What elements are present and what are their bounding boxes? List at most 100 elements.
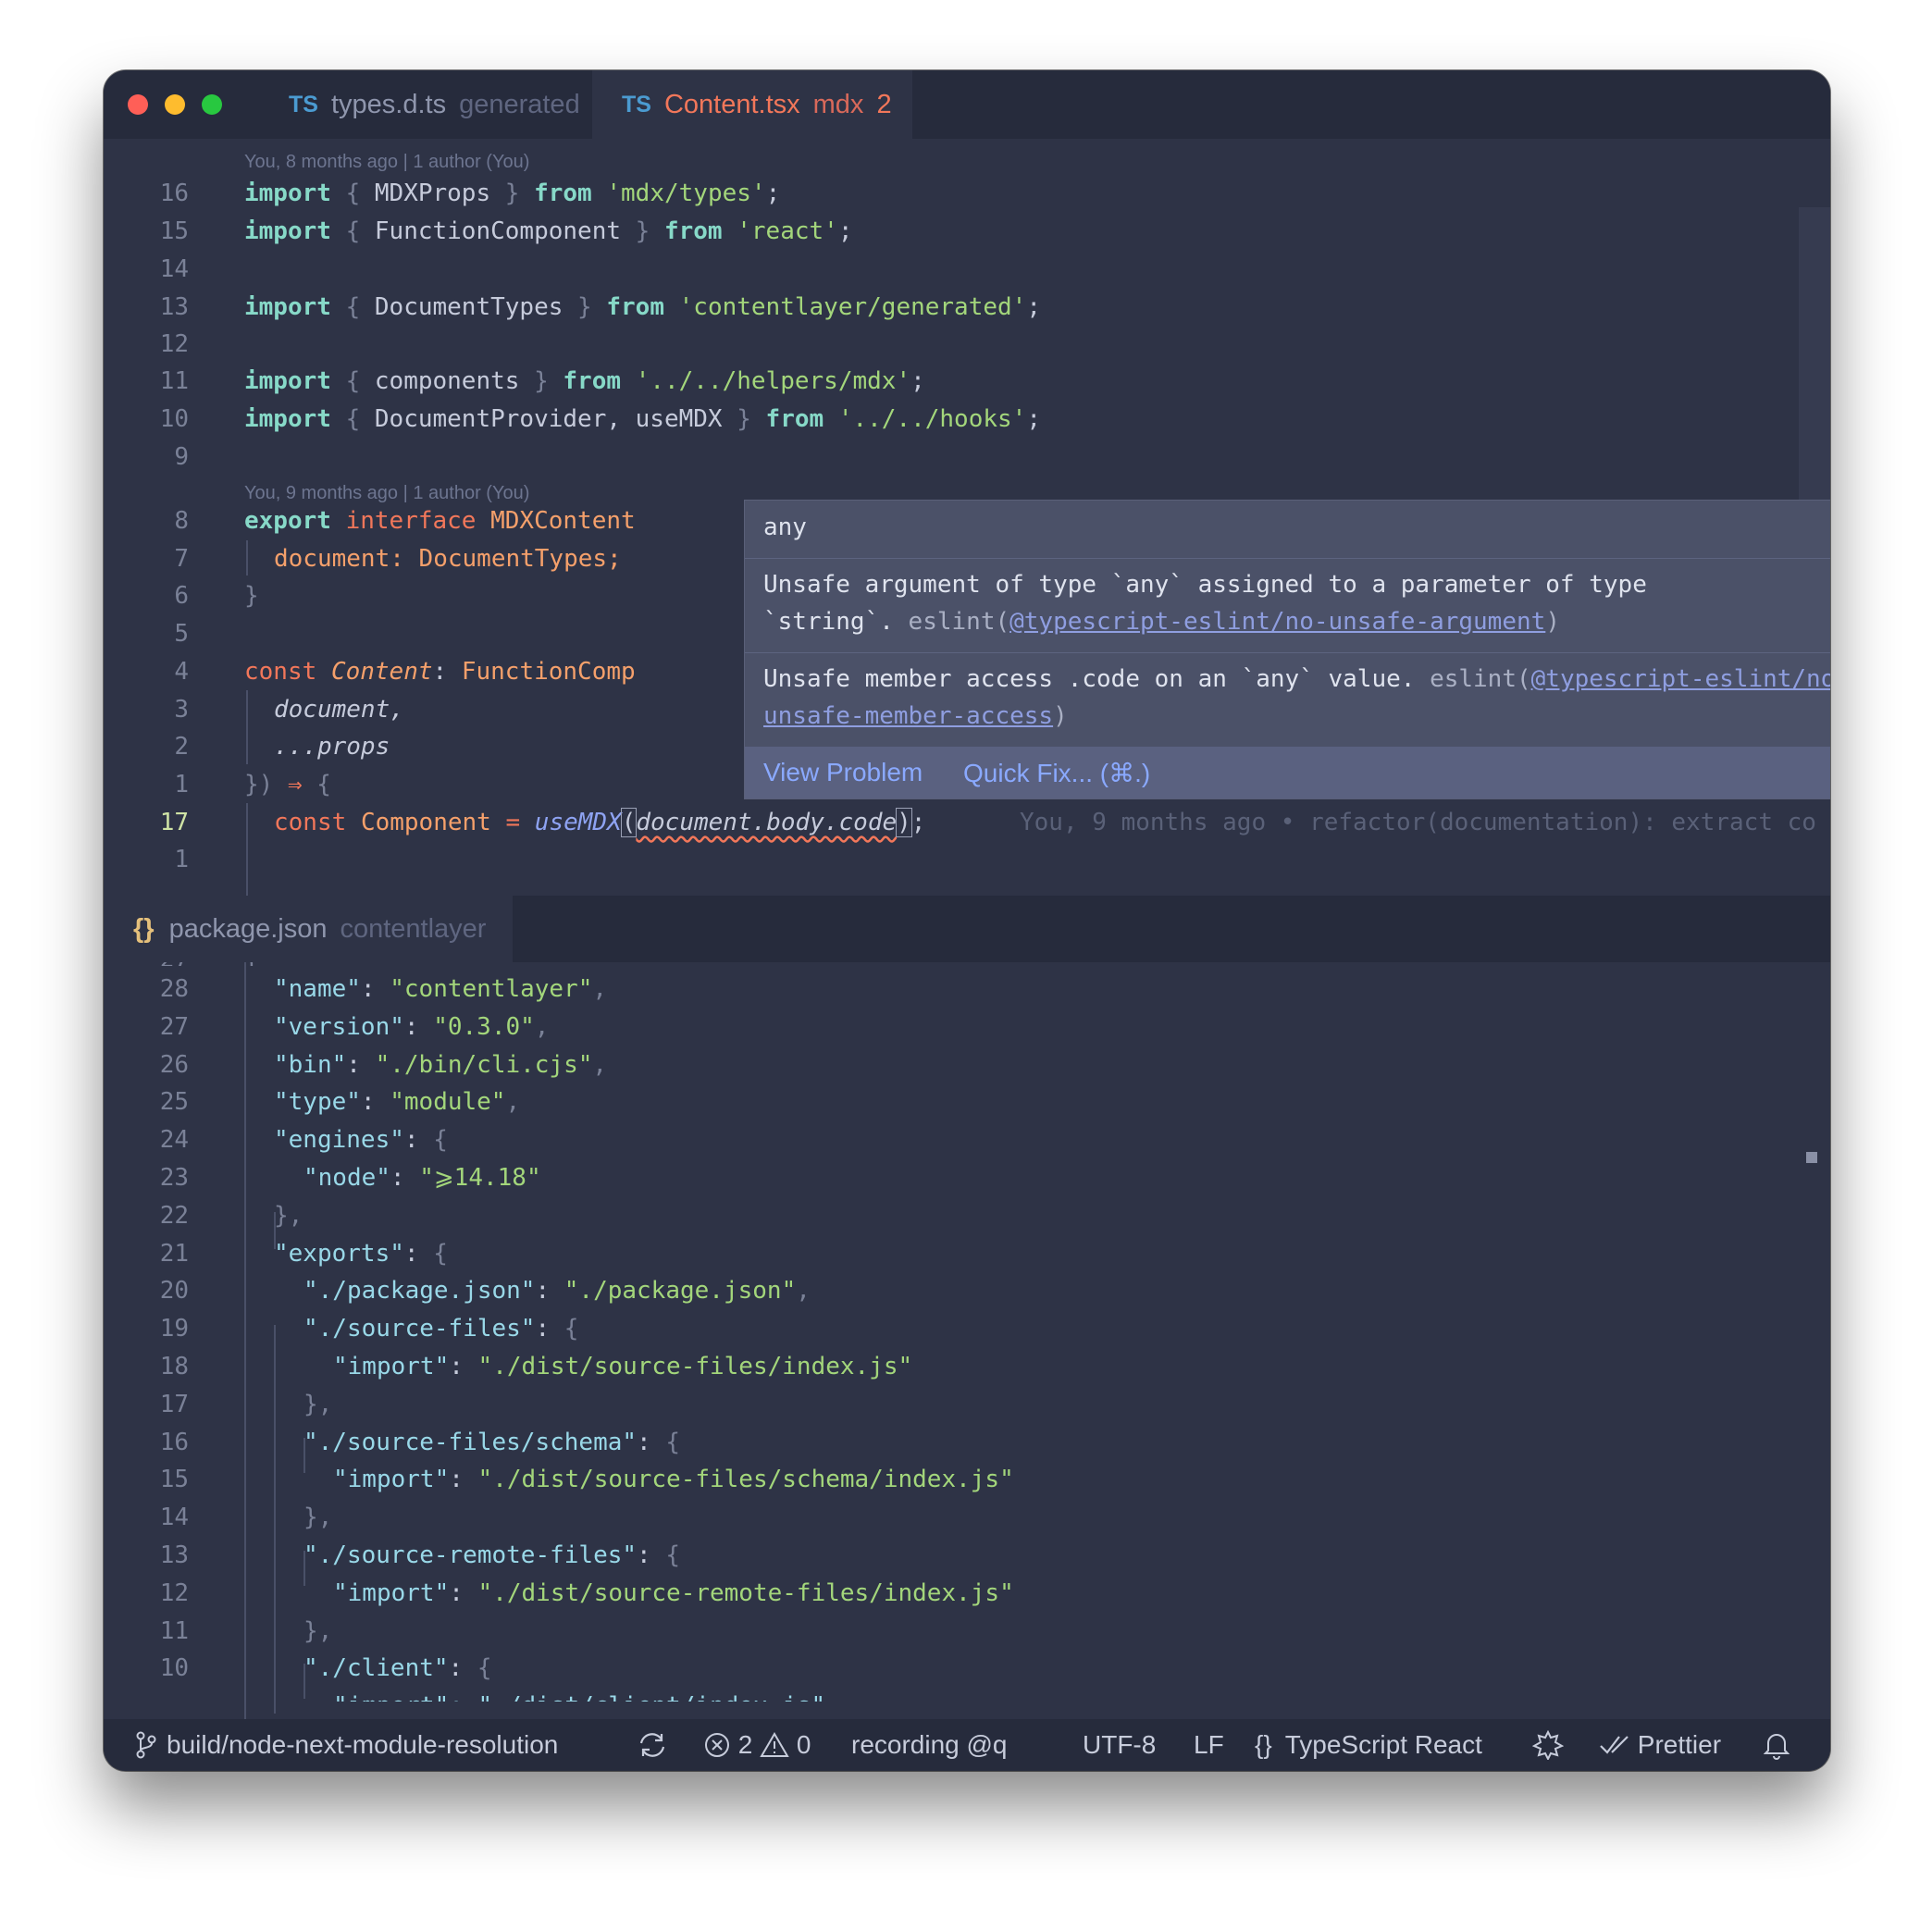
line-number: 15 [159,1466,189,1494]
copilot-icon[interactable] [1531,1729,1565,1762]
line-number: 11 [159,367,189,395]
code-line: "name": "contentlayer", [274,975,608,1003]
diagnostic-message: Unsafe member access .code on an `any` v… [763,665,1830,693]
code-line: document, [274,696,404,724]
inline-git-blame: You, 9 months ago • refactor(documentati… [1020,809,1816,836]
rule-link[interactable]: @typescript-eslint/no-unsafe-argument [1009,608,1545,636]
code-line: "import": "./dist/source-files/schema/in… [333,1466,1014,1494]
codelens-blame[interactable]: You, 8 months ago | 1 author (You) [244,152,529,173]
code-line: export interface MDXContent [244,507,636,535]
code-line: } [244,582,259,610]
divider [745,558,1830,559]
code-line: "./source-remote-files": { [303,1541,680,1569]
indent-guide [246,803,248,896]
line-number: 24 [159,1126,189,1155]
code-line-partial: { [244,962,259,966]
status-bar: build/node-next-module-resolution 2 0 re… [104,1719,1830,1771]
recording-indicator: recording @q [851,1730,1008,1759]
line-number: 14 [159,255,189,283]
line-number: 18 [159,1353,189,1380]
tab-description: mdx [812,89,864,119]
indent-guide [246,540,248,576]
current-line-number: 17 [159,809,189,836]
close-window-button[interactable] [128,94,148,115]
braces-icon: {} [133,913,155,944]
error-icon [705,1733,729,1757]
error-count: 2 [737,1730,753,1759]
bell-icon[interactable] [1763,1730,1790,1761]
rule-link[interactable]: unsafe-member-access [763,702,1053,730]
line-number: 1 [174,771,189,798]
current-code-line[interactable]: const Component = useMDX(document.body.c… [274,808,925,837]
view-problem-button[interactable]: View Problem [763,758,923,787]
line-number: 13 [159,1541,189,1569]
code-line: "version": "0.3.0", [274,1012,550,1041]
code-line: "./package.json": "./package.json", [303,1277,811,1306]
quick-fix-button[interactable]: Quick Fix... (⌘.) [963,758,1150,788]
line-number: 14 [159,1504,189,1532]
editor-window: TS types.d.ts generated TS Content.tsx m… [104,70,1830,1771]
line-number: 9 [174,443,189,471]
bottom-editor-tabbar: {} package.json contentlayer [104,896,1830,962]
divider [745,652,1830,653]
indent-guide [244,962,246,1719]
code-line: "import": "./dist/source-remote-files/in… [333,1578,1014,1607]
line-number: 26 [159,1050,189,1079]
code-line: "exports": { [274,1239,448,1268]
line-number: 20 [159,1277,189,1306]
diagnostic-message-continued: `string`. eslint(@typescript-eslint/no-u… [763,608,1560,636]
line-number: 7 [174,545,189,573]
check-icon [1600,1736,1629,1754]
typescript-icon: TS [289,91,318,118]
code-line: "bin": "./bin/cli.cjs", [274,1050,608,1079]
line-number-partial: 27 [104,962,189,966]
code-line: "node": "⩾14.18" [303,1164,541,1192]
line-number: 21 [159,1239,189,1268]
line-number: 2 [174,733,189,761]
editor-package-json[interactable]: 27 { 28 "name": "contentlayer", 27 "version… [104,962,1830,1719]
line-number: 13 [159,293,189,321]
language-mode-selector[interactable]: {} TypeScript React [1255,1730,1482,1760]
tab-label: Content.tsx [663,89,800,119]
hover-actions: View Problem Quick Fix... (⌘.) [745,747,1830,798]
braces-icon: {} [1255,1730,1272,1759]
code-line: }, [303,1616,333,1645]
code-line: import { components } from '../../helper… [244,367,925,395]
tab-package-json[interactable]: {} package.json contentlayer [104,896,513,962]
line-number: 28 [159,975,189,1003]
code-line: }, [303,1390,333,1418]
eol-selector[interactable]: LF [1194,1730,1224,1760]
code-line: "./source-files": { [303,1315,579,1343]
problems-indicator[interactable]: 2 0 [703,1730,811,1760]
line-number: 25 [159,1088,189,1117]
tab-content-tsx[interactable]: TS Content.tsx mdx 2 [592,70,912,139]
code-line: }, [303,1504,333,1532]
zoom-window-button[interactable] [202,94,222,115]
line-number: 4 [174,658,189,686]
line-number: 23 [159,1164,189,1192]
line-number: 5 [174,620,189,648]
sync-icon[interactable] [637,1730,668,1760]
encoding-selector[interactable]: UTF-8 [1083,1730,1156,1760]
minimize-window-button[interactable] [165,94,185,115]
rule-link[interactable]: @typescript-eslint/no- [1531,665,1830,693]
prettier-status[interactable]: Prettier [1599,1730,1721,1760]
line-number: 22 [159,1201,189,1230]
code-line: "import": "./dist/source-files/index.js" [333,1353,913,1380]
code-line: import { DocumentProvider, useMDX } from… [244,405,1041,433]
line-number: 1 [174,846,189,873]
line-number: 6 [174,582,189,610]
tab-description: generated [459,89,580,119]
codelens-blame[interactable]: You, 9 months ago | 1 author (You) [244,483,529,504]
indent-guide [274,1325,276,1714]
typescript-icon: TS [622,91,651,118]
line-number: 10 [159,1654,189,1683]
code-line: "type": "module", [274,1088,521,1117]
code-line: "./client": { [303,1654,492,1683]
branch-indicator[interactable]: build/node-next-module-resolution [135,1730,558,1760]
warning-icon [760,1732,789,1757]
tab-label: package.json [168,913,328,944]
code-line: document: DocumentTypes; [274,545,622,573]
line-number: 15 [159,217,189,245]
problem-count-badge: 2 [876,89,892,119]
